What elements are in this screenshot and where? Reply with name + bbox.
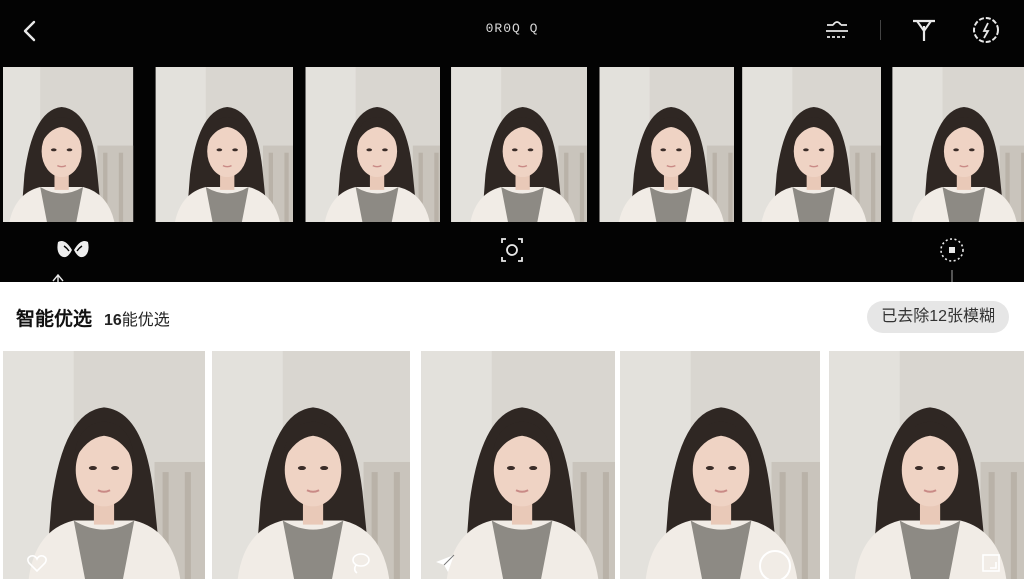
more-options-button[interactable] <box>934 234 970 266</box>
dotted-circle-icon <box>940 238 964 262</box>
filter-button[interactable] <box>908 14 940 46</box>
filmstrip-frame[interactable] <box>881 67 1024 222</box>
filmstrip <box>0 64 1024 224</box>
filmstrip-frame[interactable] <box>444 67 587 222</box>
lasso-icon[interactable] <box>348 551 372 575</box>
antenna-filter-icon <box>913 19 935 41</box>
photo-tile[interactable] <box>208 351 410 579</box>
filmstrip-frame[interactable] <box>297 67 440 222</box>
filmstrip-frame[interactable] <box>150 67 293 222</box>
compass-icon <box>973 17 999 43</box>
count-text: 能优选 <box>121 312 170 329</box>
layers-adjust-icon <box>826 21 848 38</box>
photo-tile[interactable] <box>3 351 205 579</box>
enhance-button[interactable] <box>55 234 91 266</box>
section-count: 16能优选 <box>104 306 170 330</box>
adjust-button[interactable] <box>821 14 853 46</box>
heart-outline-icon[interactable] <box>25 551 49 575</box>
photo-grid <box>0 348 1024 579</box>
filmstrip-frame[interactable] <box>591 67 734 222</box>
filmstrip-frame[interactable] <box>738 67 881 222</box>
wings-icon <box>57 241 89 258</box>
page-title: 0R0Q Q <box>485 21 539 36</box>
photo-tile[interactable] <box>413 351 615 579</box>
paper-plane-icon[interactable] <box>433 551 457 575</box>
photo-tile[interactable] <box>823 351 1024 579</box>
count-number: 16 <box>104 312 122 329</box>
face-focus-button[interactable] <box>494 234 530 266</box>
toolbar-divider <box>880 20 881 40</box>
select-circle-icon[interactable] <box>758 549 792 579</box>
expand-corner-icon[interactable] <box>979 551 1003 575</box>
section-title: 智能优选 <box>16 309 93 330</box>
compass-button[interactable] <box>970 14 1002 46</box>
face-focus-icon <box>501 238 523 262</box>
top-bar: 0R0Q Q <box>0 0 1024 64</box>
filmstrip-frame[interactable] <box>3 67 146 222</box>
photo-tile[interactable] <box>618 351 820 579</box>
tool-row <box>0 224 1024 300</box>
smart-picks-header: 智能优选 16能优选 已去除12张模糊 <box>0 282 1024 348</box>
blur-removed-badge[interactable]: 已去除12张模糊 <box>867 301 1009 333</box>
